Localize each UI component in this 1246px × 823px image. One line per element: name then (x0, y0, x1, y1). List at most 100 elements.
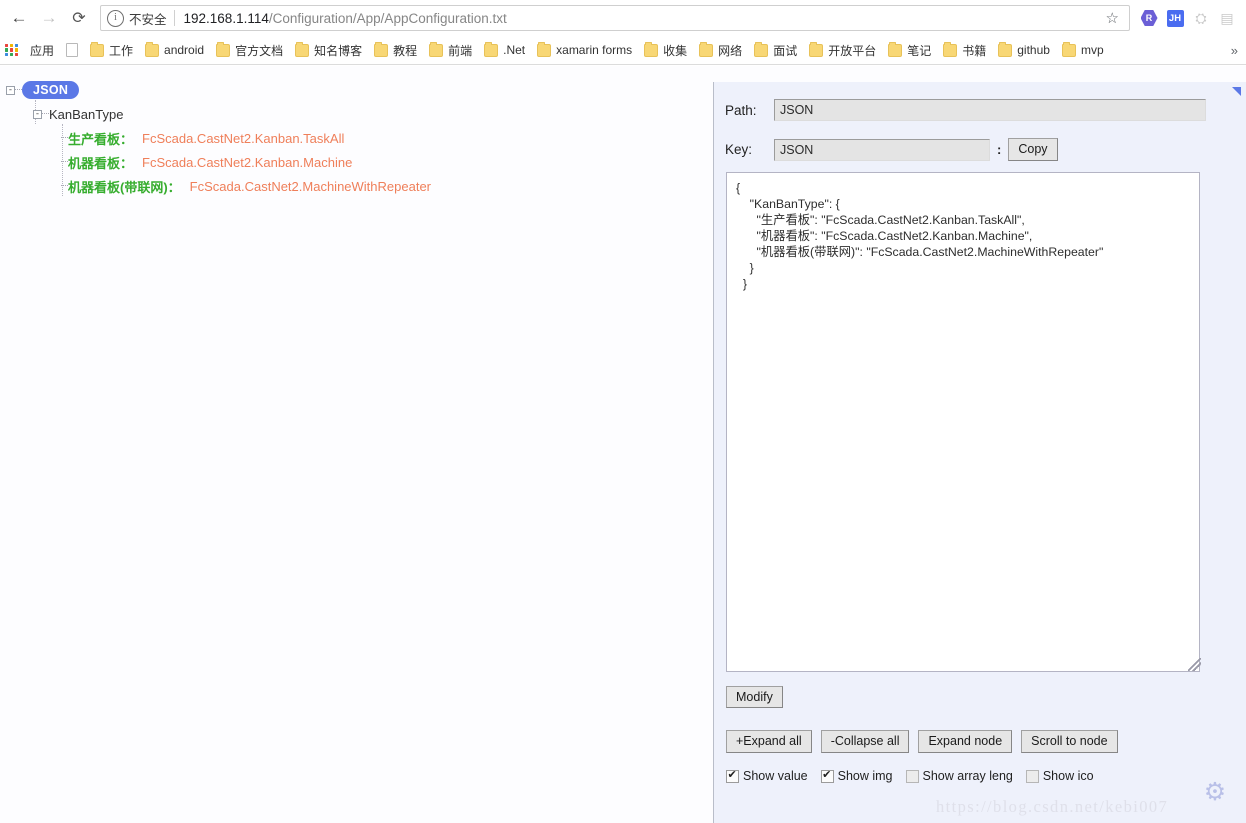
bookmark-apps[interactable]: 应用 (24, 38, 60, 62)
bookmark-label: 书籍 (962, 43, 987, 58)
apps-grid-icon[interactable] (5, 43, 18, 57)
expand-all-button[interactable]: +Expand all (726, 730, 812, 753)
bookmark-item-11[interactable]: 开放平台 (803, 38, 882, 62)
bookmarks-bar: 应用 工作 android 官方文档 知名博客 教程 前端 .Net xamar… (0, 36, 1246, 65)
bookmark-item-4[interactable]: 教程 (368, 38, 423, 62)
tree-leaf-2[interactable]: 机器看板(带联网)： FcScada.CastNet2.MachineWithR… (0, 174, 700, 198)
url-host: 192.168.1.114 (183, 10, 269, 26)
copy-button[interactable]: Copy (1008, 138, 1058, 161)
bookmark-item-10[interactable]: 面试 (748, 38, 803, 62)
bookmark-item-1[interactable]: android (139, 38, 210, 62)
tree-leaf-0[interactable]: 生产看板： FcScada.CastNet2.Kanban.TaskAll (0, 126, 700, 150)
checkbox-show-img[interactable]: Show img (820, 768, 893, 783)
bookmark-item-15[interactable]: mvp (1056, 38, 1110, 62)
checkbox-show-value[interactable]: Show value (726, 768, 808, 783)
expand-node-button[interactable]: Expand node (918, 730, 1013, 753)
gear-icon[interactable]: ⚙ (1202, 779, 1228, 805)
root-expander-icon[interactable]: - (6, 85, 15, 95)
tree-leaf-1[interactable]: 机器看板： FcScada.CastNet2.Kanban.Machine (0, 150, 700, 174)
bookmark-label: 教程 (393, 43, 418, 58)
bookmark-item-13[interactable]: 书籍 (937, 38, 992, 62)
address-bar[interactable]: i 不安全 192.168.1.114/Configuration/App/Ap… (100, 5, 1130, 31)
checkbox-show-ico[interactable]: Show ico (1025, 769, 1094, 783)
bookmark-label: mvp (1080, 43, 1104, 57)
panel-collapse-icon[interactable] (1232, 87, 1241, 96)
checkbox-label: Show array leng (922, 769, 1013, 783)
bookmark-item-5[interactable]: 前端 (423, 38, 478, 62)
collapse-all-button[interactable]: -Collapse all (820, 730, 910, 753)
bookmark-item-3[interactable]: 知名博客 (289, 38, 368, 62)
tree-root-label[interactable]: JSON (22, 81, 80, 99)
checkbox-show-array-leng[interactable]: Show array leng (905, 769, 1013, 783)
json-textarea[interactable]: { "KanBanType": { "生产看板": "FcScada.CastN… (726, 172, 1200, 672)
bookmark-label: 官方文档 (235, 43, 284, 58)
forward-icon[interactable]: → (34, 3, 64, 33)
bookmark-item-14[interactable]: github (992, 38, 1056, 62)
tree-node-kanbantype[interactable]: - KanBanType (0, 102, 700, 126)
path-input[interactable]: JSON (774, 99, 1206, 121)
bookmark-item-9[interactable]: 网络 (693, 38, 748, 62)
folder-icon (484, 42, 499, 57)
bookmark-label: 网络 (718, 43, 743, 58)
back-icon[interactable]: ← (4, 3, 34, 33)
bookmark-label: 收集 (663, 43, 688, 58)
folder-icon (216, 42, 231, 57)
security-status-label: 不安全 (129, 12, 167, 27)
folder-icon (888, 42, 903, 57)
tree-connector-dash (61, 185, 68, 187)
apps-label: 应用 (30, 43, 55, 58)
browser-toolbar: ← → ⟳ i 不安全 192.168.1.114/Configuration/… (0, 0, 1246, 36)
checkbox-box[interactable] (726, 768, 739, 783)
bookmark-item-12[interactable]: 笔记 (882, 38, 937, 62)
tree-connector-dash (15, 89, 22, 91)
options-checkbox-row: Show value Show img Show array leng Show… (726, 768, 1107, 783)
path-row: Path: JSON (714, 99, 1246, 121)
checkbox-label: Show ico (1042, 769, 1094, 783)
bookmark-item-2[interactable]: 官方文档 (210, 38, 289, 62)
tree-connector-dash (42, 113, 49, 115)
checkbox-box[interactable] (905, 769, 919, 783)
modify-button[interactable]: Modify (726, 686, 783, 708)
checkbox-box[interactable] (1025, 769, 1039, 783)
url-text: 192.168.1.114/Configuration/App/AppConfi… (184, 11, 507, 26)
key-input[interactable]: JSON (774, 138, 990, 161)
folder-icon (644, 42, 659, 57)
omnibox-divider (173, 10, 175, 26)
extension-jh-icon[interactable]: JH (1162, 5, 1188, 31)
checkbox-box[interactable] (820, 768, 834, 783)
extension-r-icon[interactable]: R (1136, 5, 1162, 31)
tree-connector-dash (61, 161, 68, 163)
extension-toolbar: R JH ⛭ ▤ (1136, 5, 1246, 31)
extension-print-icon[interactable]: ▤ (1214, 5, 1240, 31)
tree-connector-dash (61, 137, 68, 139)
bookmark-star-icon[interactable]: ☆ (1100, 9, 1125, 27)
bookmark-item-8[interactable]: 收集 (638, 38, 693, 62)
bookmark-item-7[interactable]: xamarin forms (531, 38, 638, 62)
folder-icon (537, 42, 552, 57)
page-content: - JSON - KanBanType 生产看板： FcScada.CastNe… (0, 66, 1246, 823)
json-detail-panel: Path: JSON Key: JSON : Copy { "KanBanTyp… (713, 82, 1246, 823)
browser-window: ← → ⟳ i 不安全 192.168.1.114/Configuration/… (0, 0, 1246, 823)
folder-icon (809, 42, 824, 57)
folder-icon (295, 42, 310, 57)
reload-icon[interactable]: ⟳ (64, 3, 94, 33)
document-icon (66, 43, 79, 57)
scroll-to-node-button[interactable]: Scroll to node (1021, 730, 1118, 753)
node-expander-icon[interactable]: - (33, 109, 42, 119)
bookmarks-overflow-icon[interactable]: » (1231, 43, 1246, 58)
extension-share-icon[interactable]: ⛭ (1188, 5, 1214, 31)
bookmark-label: 前端 (448, 43, 473, 58)
site-info-icon[interactable]: i (107, 9, 124, 27)
bookmark-item-0[interactable]: 工作 (84, 38, 139, 62)
tree-node-label[interactable]: KanBanType (49, 107, 123, 122)
bookmark-document[interactable] (60, 38, 84, 62)
bookmark-label: github (1017, 43, 1050, 57)
tree-node-root[interactable]: - JSON (0, 78, 700, 102)
bookmark-label: 工作 (109, 43, 134, 58)
checkbox-label: Show value (743, 769, 808, 783)
bookmark-label: 开放平台 (828, 43, 877, 58)
bookmark-label: xamarin forms (556, 43, 633, 57)
folder-icon (374, 42, 389, 57)
bookmark-item-6[interactable]: .Net (478, 38, 531, 62)
textarea-resize-grip[interactable] (1188, 658, 1201, 671)
